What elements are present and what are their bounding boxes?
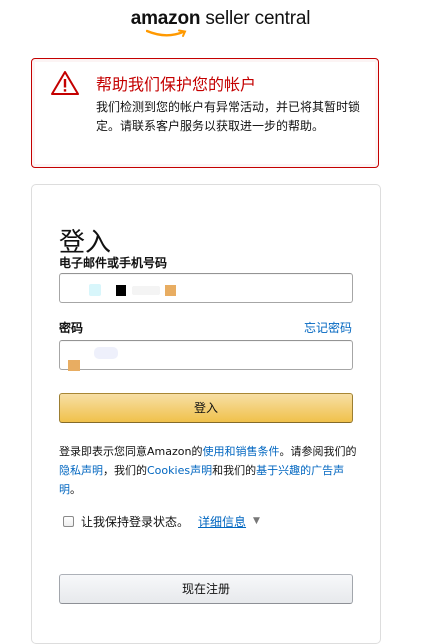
email-field[interactable] bbox=[59, 273, 353, 303]
register-button[interactable]: 现在注册 bbox=[59, 574, 353, 604]
obscured-email-value bbox=[116, 285, 126, 296]
sign-in-button[interactable]: 登入 bbox=[59, 393, 353, 423]
logo-brand: amazon bbox=[130, 8, 201, 29]
alert-message: 我们检测到您的帐户有异常活动，并已将其暂时锁定。请联系客户服务以获取进一步的帮助… bbox=[96, 100, 361, 133]
obscured-password-value bbox=[68, 360, 80, 371]
legal-text: 登录即表示您同意Amazon的 bbox=[59, 445, 203, 458]
privacy-notice-link[interactable]: 隐私声明 bbox=[59, 464, 103, 477]
obscured-email-value bbox=[132, 286, 160, 295]
amazon-smile-icon bbox=[146, 29, 187, 37]
cookies-notice-link[interactable]: Cookies声明 bbox=[147, 464, 212, 477]
warning-triangle-icon bbox=[51, 71, 79, 95]
legal-text: 。 bbox=[70, 483, 81, 496]
details-link[interactable]: 详细信息 bbox=[198, 513, 246, 530]
legal-notice: 登录即表示您同意Amazon的使用和销售条件。请参阅我们的隐私声明，我们的Coo… bbox=[59, 442, 357, 499]
forgot-password-link[interactable]: 忘记密码 bbox=[304, 319, 352, 336]
keep-signed-in-row: 让我保持登录状态。 详细信息 ▼ bbox=[63, 513, 260, 530]
email-label: 电子邮件或手机号码 bbox=[59, 256, 168, 270]
obscured-password-value bbox=[94, 347, 118, 359]
legal-text: ，我们的 bbox=[103, 464, 147, 477]
alert-title: 帮助我们保护您的帐户 bbox=[96, 75, 257, 94]
keep-signed-in-checkbox[interactable] bbox=[63, 516, 74, 527]
legal-text: 。请参阅我们的 bbox=[279, 445, 357, 458]
keep-signed-in-label[interactable]: 让我保持登录状态。 bbox=[81, 513, 189, 530]
sign-in-card: 登入 电子邮件或手机号码 密码 忘记密码 登入 登录即表示您同意Amazon的使… bbox=[31, 184, 381, 644]
password-label: 密码 bbox=[59, 321, 84, 335]
legal-text: 和我们的 bbox=[212, 464, 257, 477]
caret-down-icon[interactable]: ▼ bbox=[253, 516, 260, 526]
account-locked-alert: 帮助我们保护您的帐户 我们检测到您的帐户有异常活动，并已将其暂时锁定。请联系客户… bbox=[31, 58, 379, 168]
logo-product: seller central bbox=[205, 8, 311, 29]
obscured-email-value bbox=[165, 285, 176, 296]
obscured-email-value bbox=[89, 284, 101, 296]
conditions-of-use-link[interactable]: 使用和销售条件 bbox=[202, 445, 279, 458]
amazon-seller-central-logo: amazon seller central bbox=[0, 8, 441, 37]
